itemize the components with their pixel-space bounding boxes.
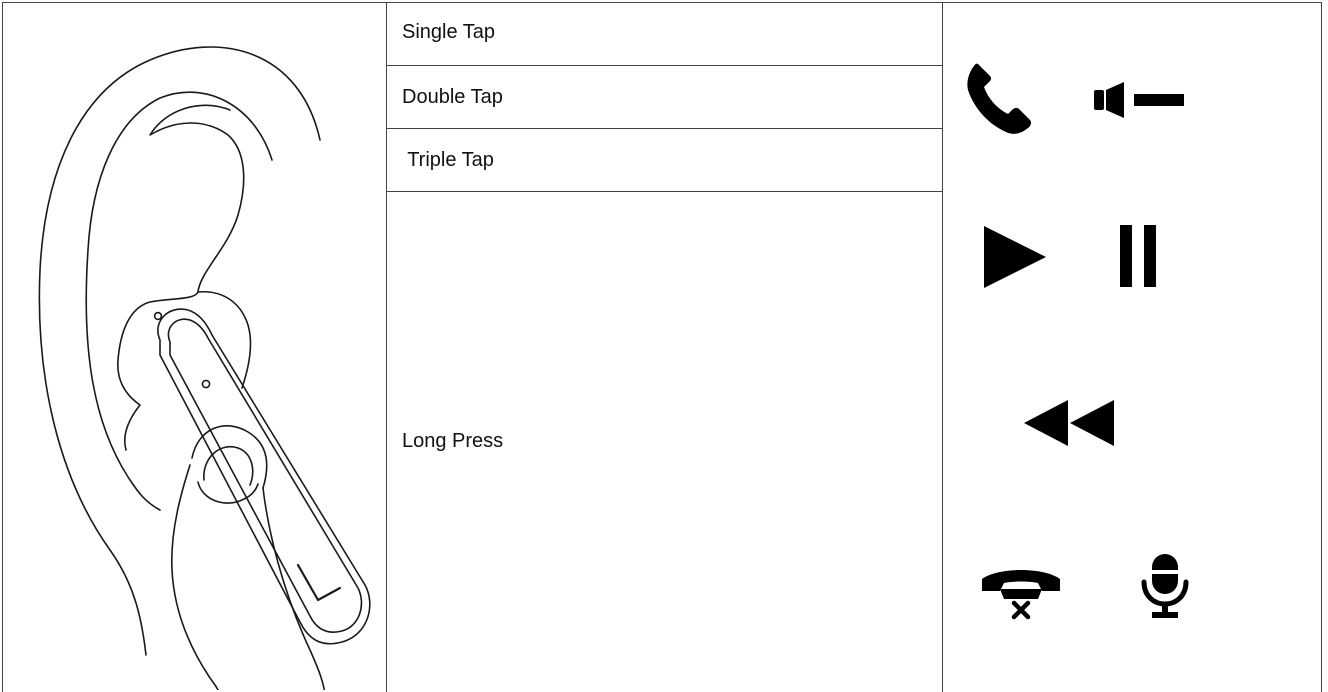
column-divider-left (386, 2, 387, 692)
row-divider-1 (386, 65, 943, 66)
double-tap-label: Double Tap (402, 86, 503, 108)
single-tap-label: Single Tap (402, 21, 496, 43)
volume-down-icon (1094, 82, 1184, 118)
row-divider-2 (386, 128, 943, 129)
phone-answer-icon (967, 63, 1032, 134)
hang-up-icon (982, 570, 1060, 620)
triple-tap-label: Triple Tap (402, 149, 494, 171)
long-press-label: Long Press (402, 430, 504, 452)
play-icon (984, 226, 1046, 288)
rewind-icon (1024, 400, 1114, 446)
pause-icon (1120, 225, 1156, 287)
column-divider-right (942, 2, 943, 692)
microphone-icon (1141, 554, 1189, 618)
row-divider-3 (386, 191, 943, 192)
ear-illustration (38, 46, 371, 690)
